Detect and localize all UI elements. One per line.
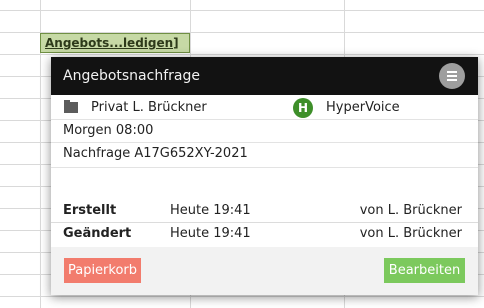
created-label: Erstellt	[63, 203, 117, 218]
trash-button[interactable]: Papierkorb	[64, 258, 141, 283]
request-row: Nachfrage A17G652XY-2021	[51, 143, 478, 168]
created-time: Heute 19:41	[170, 203, 251, 218]
hypervoice-logo: H	[293, 98, 313, 118]
due-row: Morgen 08:00	[51, 120, 478, 143]
request-title: Nachfrage A17G652XY-2021	[63, 146, 248, 161]
popup-footer: Papierkorb Bearbeiten	[51, 247, 478, 295]
grid-row-line	[0, 296, 484, 297]
hypervoice-label[interactable]: HyperVoice	[326, 100, 400, 115]
edit-button[interactable]: Bearbeiten	[384, 258, 465, 283]
grid-row-line	[0, 54, 484, 55]
popup-header: Angebotsnachfrage	[51, 57, 478, 95]
owner-row: Privat L. Brückner H HyperVoice	[51, 97, 478, 120]
grid-row-line	[0, 10, 484, 11]
task-cell-chip[interactable]: Angebots...ledigen]	[40, 33, 190, 53]
menu-button[interactable]	[439, 63, 465, 89]
folder-icon	[64, 100, 78, 113]
due-time: Morgen 08:00	[63, 123, 154, 138]
popup-title: Angebotsnachfrage	[63, 68, 200, 84]
changed-time: Heute 19:41	[170, 226, 251, 241]
owner-label[interactable]: Privat L. Brückner	[91, 100, 207, 115]
changed-by: von L. Brückner	[359, 226, 462, 241]
changed-label: Geändert	[63, 226, 132, 241]
created-row: Erstellt Heute 19:41 von L. Brückner	[51, 200, 478, 223]
task-popup: Angebotsnachfrage Privat L. Brückner H H…	[51, 57, 478, 295]
changed-row: Geändert Heute 19:41 von L. Brückner	[51, 223, 478, 245]
created-by: von L. Brückner	[359, 203, 462, 218]
